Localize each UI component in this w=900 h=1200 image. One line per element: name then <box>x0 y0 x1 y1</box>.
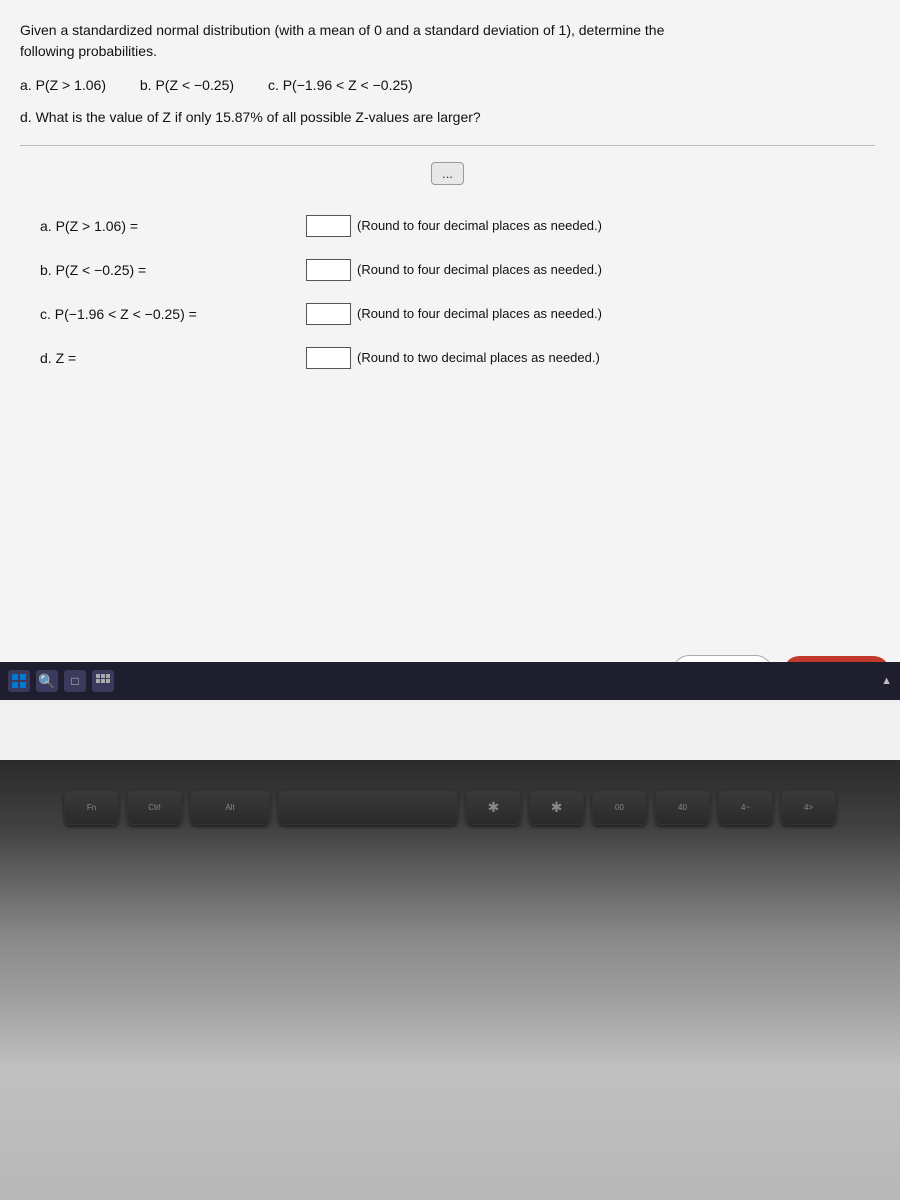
answer-d-input[interactable] <box>306 347 351 369</box>
header-line1: Given a standardized normal distribution… <box>20 20 875 41</box>
question-header: Given a standardized normal distribution… <box>20 20 875 62</box>
header-line2: following probabilities. <box>20 41 875 62</box>
key-num4[interactable]: 4> <box>781 790 836 825</box>
answer-c-note: (Round to four decimal places as needed.… <box>357 306 602 321</box>
taskbar-right: ▲ <box>881 675 892 687</box>
key-ctrl[interactable]: Ctrl <box>127 790 182 825</box>
taskbar-icons: 🔍 □ <box>8 670 114 692</box>
key-num[interactable]: 00 <box>592 790 647 825</box>
answer-b-input[interactable] <box>306 259 351 281</box>
answer-row-d: d. Z = (Round to two decimal places as n… <box>40 347 855 369</box>
key-alt[interactable]: Alt <box>190 790 270 825</box>
windows-start-icon[interactable] <box>8 670 30 692</box>
answer-row-c: c. P(−1.96 < Z < −0.25) = (Round to four… <box>40 303 855 325</box>
ellipsis-container: ... <box>20 162 875 185</box>
content-wrapper: Given a standardized normal distribution… <box>0 0 900 700</box>
key-fn[interactable]: Fn <box>64 790 119 825</box>
answer-b-prefix: b. P(Z < −0.25) = <box>40 262 300 278</box>
answer-b-note: (Round to four decimal places as needed.… <box>357 262 602 277</box>
key-star[interactable]: ✱ <box>466 790 521 825</box>
part-b-label: b. P(Z < −0.25) <box>140 77 234 93</box>
screen-taskbar: 🔍 □ ▲ <box>0 662 900 700</box>
ellipsis-button[interactable]: ... <box>431 162 464 185</box>
key-num3[interactable]: 4~ <box>718 790 773 825</box>
answer-a-prefix: a. P(Z > 1.06) = <box>40 218 300 234</box>
answer-section: a. P(Z > 1.06) = (Round to four decimal … <box>20 205 875 401</box>
keyboard-section: Fn Ctrl Alt ✱ ✱ 00 40 4~ 4> <box>0 760 900 1200</box>
key-star2[interactable]: ✱ <box>529 790 584 825</box>
screen-frame: Given a standardized normal distribution… <box>0 0 900 760</box>
answer-row-b: b. P(Z < −0.25) = (Round to four decimal… <box>40 259 855 281</box>
keyboard-row-1: Fn Ctrl Alt ✱ ✱ 00 40 4~ 4> <box>64 790 836 825</box>
answer-row-a: a. P(Z > 1.06) = (Round to four decimal … <box>40 215 855 237</box>
part-d-label: d. What is the value of Z if only 15.87%… <box>20 106 875 128</box>
taskbar-grid-icon[interactable] <box>92 670 114 692</box>
divider <box>20 145 875 146</box>
answer-d-note: (Round to two decimal places as needed.) <box>357 350 600 365</box>
answer-c-input[interactable] <box>306 303 351 325</box>
key-space[interactable] <box>278 790 458 825</box>
taskbar-time: ▲ <box>881 675 892 687</box>
part-c-label: c. P(−1.96 < Z < −0.25) <box>268 77 413 93</box>
answer-a-input[interactable] <box>306 215 351 237</box>
part-a-label: a. P(Z > 1.06) <box>20 77 106 93</box>
key-num2[interactable]: 40 <box>655 790 710 825</box>
answer-a-note: (Round to four decimal places as needed.… <box>357 218 602 233</box>
question-parts: a. P(Z > 1.06) b. P(Z < −0.25) c. P(−1.9… <box>20 74 875 96</box>
answer-c-prefix: c. P(−1.96 < Z < −0.25) = <box>40 306 300 322</box>
taskbar-square-icon[interactable]: □ <box>64 670 86 692</box>
taskbar-search-icon[interactable]: 🔍 <box>36 670 58 692</box>
answer-d-prefix: d. Z = <box>40 350 300 366</box>
